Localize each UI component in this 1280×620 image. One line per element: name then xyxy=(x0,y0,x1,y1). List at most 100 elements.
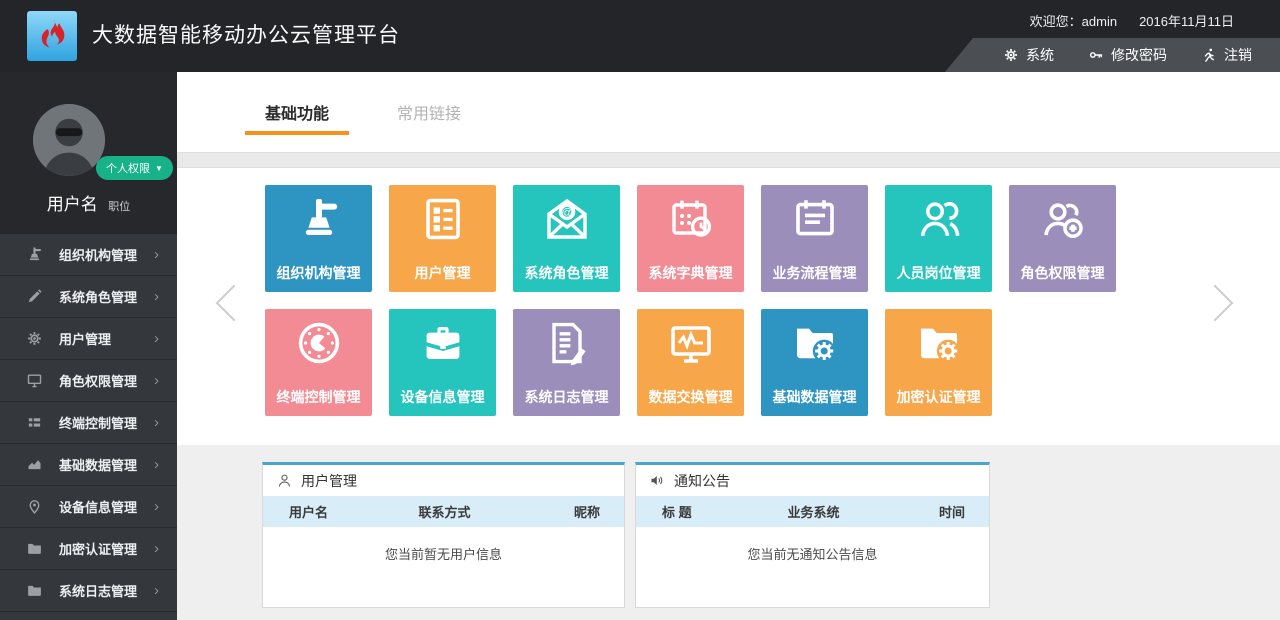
tile-业务流程管理[interactable]: 业务流程管理 xyxy=(761,185,868,292)
carousel-prev-button[interactable] xyxy=(216,285,253,322)
app-root: 大数据智能移动办公云管理平台 欢迎您：admin 2016年11月11日 系统 … xyxy=(0,0,1280,620)
speaker-icon xyxy=(649,472,666,489)
divider-strip xyxy=(177,152,1280,168)
tile-label: 组织机构管理 xyxy=(265,263,372,283)
sidebar-item-基础数据管理[interactable]: 基础数据管理› xyxy=(0,444,177,486)
folder-icon xyxy=(26,540,43,557)
badge-label: 个人权限 xyxy=(106,160,150,176)
nav-logout-label: 注销 xyxy=(1224,45,1252,65)
table-column-header: 业务系统 xyxy=(763,502,864,521)
monitor-wave-icon xyxy=(637,319,744,367)
mail-at-icon: @ xyxy=(513,195,620,243)
tile-carousel: 组织机构管理用户管理 @ 系统角色管理系统字典管理业务流程管理人员岗位管理角色权限管… xyxy=(177,168,1280,445)
panel-title: 通知公告 xyxy=(674,471,730,491)
sidebar-menu: 组织机构管理›系统角色管理›用户管理›角色权限管理›终端控制管理›基础数据管理›… xyxy=(0,234,177,612)
carousel-next-button[interactable] xyxy=(1197,285,1234,322)
checklist-icon xyxy=(389,195,496,243)
calendar-clock-icon xyxy=(637,195,744,243)
sidebar-item-label: 角色权限管理 xyxy=(59,371,154,390)
tile-系统日志管理[interactable]: 系统日志管理 xyxy=(513,309,620,416)
sidebar-item-加密认证管理[interactable]: 加密认证管理› xyxy=(0,528,177,570)
tile-label: 终端控制管理 xyxy=(265,387,372,407)
tile-label: 系统角色管理 xyxy=(513,263,620,283)
empty-state-text: 您当前暂无用户信息 xyxy=(263,527,624,563)
sidebar-item-用户管理[interactable]: 用户管理› xyxy=(0,318,177,360)
panel-header: 通知公告 xyxy=(636,465,989,496)
person-outline-icon xyxy=(276,472,293,489)
chevron-right-icon: › xyxy=(154,330,159,347)
tile-用户管理[interactable]: 用户管理 xyxy=(389,185,496,292)
grid-icon xyxy=(26,414,43,431)
tile-label: 角色权限管理 xyxy=(1009,263,1116,283)
nav-system-label: 系统 xyxy=(1026,45,1054,65)
sidebar-item-组织机构管理[interactable]: 组织机构管理› xyxy=(0,234,177,276)
app-logo xyxy=(27,11,77,61)
chevron-right-icon: › xyxy=(154,498,159,515)
tile-系统字典管理[interactable]: 系统字典管理 xyxy=(637,185,744,292)
table-column-header: 联系方式 xyxy=(393,502,497,521)
folder-icon xyxy=(26,582,43,599)
welcome-text: 欢迎您：admin xyxy=(1030,11,1117,30)
sidebar-item-label: 设备信息管理 xyxy=(59,497,154,516)
table-column-header: 用户名 xyxy=(263,502,393,521)
table-header-row: 用户名联系方式昵称 xyxy=(263,496,624,527)
tile-label: 用户管理 xyxy=(389,263,496,283)
key-icon xyxy=(1088,47,1104,63)
chevron-right-icon: › xyxy=(154,582,159,599)
table-header-row: 标 题业务系统时间 xyxy=(636,496,989,527)
table-column-header: 时间 xyxy=(864,502,989,521)
folder-gear-icon xyxy=(885,319,992,367)
tile-label: 数据交换管理 xyxy=(637,387,744,407)
chevron-right-icon: › xyxy=(154,456,159,473)
briefcase-icon xyxy=(389,319,496,367)
panel-title: 用户管理 xyxy=(301,471,357,491)
sidebar-item-label: 组织机构管理 xyxy=(59,245,154,264)
nav-change-password-label: 修改密码 xyxy=(1111,45,1167,65)
tile-角色权限管理[interactable]: 角色权限管理 xyxy=(1009,185,1116,292)
sidebar-item-角色权限管理[interactable]: 角色权限管理› xyxy=(0,360,177,402)
tile-人员岗位管理[interactable]: 人员岗位管理 xyxy=(885,185,992,292)
tile-设备信息管理[interactable]: 设备信息管理 xyxy=(389,309,496,416)
sidebar-item-设备信息管理[interactable]: 设备信息管理› xyxy=(0,486,177,528)
tile-基础数据管理[interactable]: 基础数据管理 xyxy=(761,309,868,416)
flame-icon xyxy=(35,17,69,56)
tab-basic-functions[interactable]: 基础功能 xyxy=(245,72,349,152)
tile-加密认证管理[interactable]: 加密认证管理 xyxy=(885,309,992,416)
user-name-line: 用户名 职位 xyxy=(0,190,177,215)
header-nav: 系统 修改密码 注销 xyxy=(945,38,1280,72)
sidebar-item-终端控制管理[interactable]: 终端控制管理› xyxy=(0,402,177,444)
panel-通知公告: 通知公告标 题业务系统时间您当前无通知公告信息 xyxy=(635,462,990,608)
svg-text:@: @ xyxy=(561,207,572,219)
nav-logout-button[interactable]: 注销 xyxy=(1201,45,1252,65)
welcome-bar: 欢迎您：admin 2016年11月11日 xyxy=(1030,0,1234,40)
avatar[interactable] xyxy=(33,104,105,176)
tile-label: 人员岗位管理 xyxy=(885,263,992,283)
gear-icon xyxy=(26,330,43,347)
nav-system-button[interactable]: 系统 xyxy=(1003,45,1054,65)
tab-common-links[interactable]: 常用链接 xyxy=(377,72,481,152)
tile-系统角色管理[interactable]: @ 系统角色管理 xyxy=(513,185,620,292)
personal-permission-badge[interactable]: 个人权限 ▼ xyxy=(96,156,173,180)
tile-row: 组织机构管理用户管理 @ 系统角色管理系统字典管理业务流程管理人员岗位管理角色权限管… xyxy=(265,185,1116,292)
logout-icon xyxy=(1201,47,1217,63)
header: 大数据智能移动办公云管理平台 欢迎您：admin 2016年11月11日 系统 … xyxy=(0,0,1280,72)
nav-change-password-button[interactable]: 修改密码 xyxy=(1088,45,1167,65)
tile-数据交换管理[interactable]: 数据交换管理 xyxy=(637,309,744,416)
tile-组织机构管理[interactable]: 组织机构管理 xyxy=(265,185,372,292)
sidebar-item-系统日志管理[interactable]: 系统日志管理› xyxy=(0,570,177,612)
chart-icon xyxy=(26,456,43,473)
chevron-right-icon: › xyxy=(154,372,159,389)
caret-down-icon: ▼ xyxy=(155,164,163,173)
main-content: 基础功能 常用链接 组织机构管理用户管理@系统角色管理系统字典管理业务流程管理人… xyxy=(177,72,1280,620)
sidebar-item-label: 加密认证管理 xyxy=(59,539,154,558)
sidebar: 个人权限 ▼ 用户名 职位 组织机构管理›系统角色管理›用户管理›角色权限管理›… xyxy=(0,72,177,620)
users-icon xyxy=(885,195,992,243)
sidebar-item-系统角色管理[interactable]: 系统角色管理› xyxy=(0,276,177,318)
tab-common-links-label: 常用链接 xyxy=(397,100,461,124)
tile-终端控制管理[interactable]: 终端控制管理 xyxy=(265,309,372,416)
tile-row: 终端控制管理设备信息管理系统日志管理数据交换管理基础数据管理加密认证管理 xyxy=(265,309,1116,416)
sidebar-item-label: 终端控制管理 xyxy=(59,413,154,432)
folder-gear-icon xyxy=(761,319,868,367)
tile-label: 设备信息管理 xyxy=(389,387,496,407)
chevron-right-icon: › xyxy=(154,288,159,305)
